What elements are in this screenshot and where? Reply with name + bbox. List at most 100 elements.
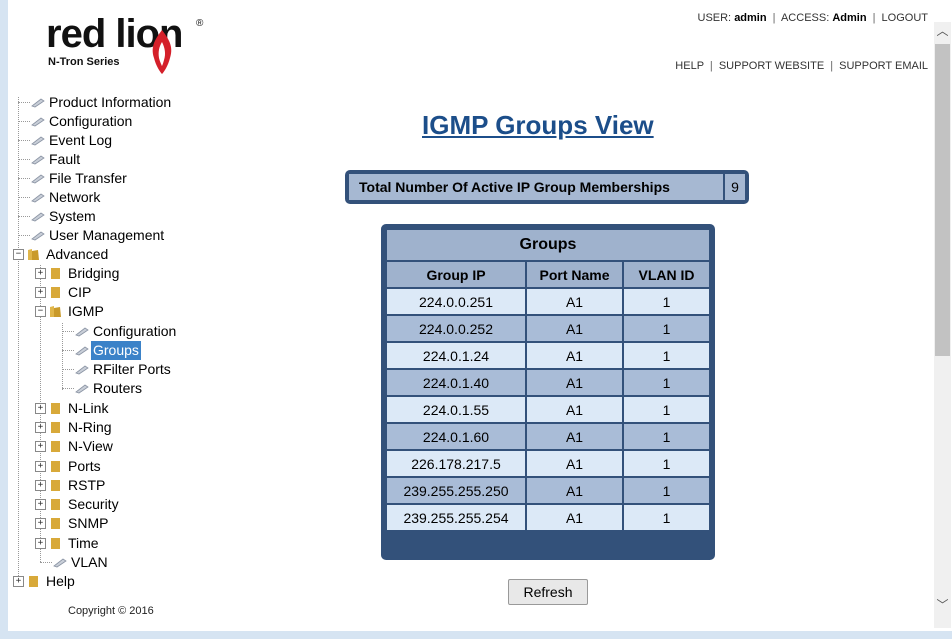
- refresh-button[interactable]: Refresh: [508, 579, 588, 605]
- scroll-up-icon[interactable]: ︿: [934, 22, 951, 40]
- expand-icon[interactable]: +: [13, 576, 24, 587]
- tree-item-product-information[interactable]: Product Information: [18, 93, 173, 112]
- tree-label-selected: Groups: [91, 341, 141, 360]
- separator: |: [772, 12, 776, 24]
- cell-vlan-id: 1: [622, 395, 711, 424]
- tree-item-network[interactable]: Network: [18, 188, 102, 207]
- user-name: admin: [734, 12, 767, 24]
- expand-icon[interactable]: +: [35, 461, 46, 472]
- cell-port-name: A1: [525, 341, 624, 370]
- cell-port-name: A1: [525, 368, 624, 397]
- expand-icon[interactable]: +: [35, 480, 46, 491]
- tree-label: Configuration: [49, 113, 133, 129]
- collapse-icon[interactable]: −: [13, 249, 24, 260]
- collapse-icon[interactable]: −: [35, 306, 46, 317]
- tree-label: N-Ring: [68, 419, 112, 435]
- folder-icon: [51, 480, 60, 491]
- cell-port-name: A1: [525, 314, 624, 343]
- tree-item-file-transfer[interactable]: File Transfer: [18, 169, 129, 188]
- tree-item-bridging[interactable]: + Bridging: [35, 264, 121, 283]
- expand-icon[interactable]: +: [35, 268, 46, 279]
- tree-item-igmp-routers[interactable]: Routers: [62, 379, 144, 398]
- tree-item-help[interactable]: + Help: [13, 572, 77, 591]
- folder-icon: [51, 403, 60, 414]
- tree-label: RSTP: [68, 477, 106, 493]
- tree-label: File Transfer: [49, 170, 127, 186]
- support-website-link[interactable]: SUPPORT WEBSITE: [719, 60, 824, 72]
- tree-item-igmp-configuration[interactable]: Configuration: [62, 322, 178, 341]
- table-row: 224.0.1.55 A1 1: [385, 395, 711, 424]
- table-row: 239.255.255.254 A1 1: [385, 503, 711, 532]
- expand-icon[interactable]: +: [35, 422, 46, 433]
- support-email-link[interactable]: SUPPORT EMAIL: [839, 60, 928, 72]
- tree-item-vlan[interactable]: VLAN: [40, 553, 110, 572]
- tree-item-n-ring[interactable]: + N-Ring: [35, 418, 114, 437]
- tree-label: Bridging: [68, 265, 120, 281]
- tree-item-n-view[interactable]: + N-View: [35, 437, 115, 456]
- expand-icon[interactable]: +: [35, 538, 46, 549]
- tree-label: Configuration: [93, 323, 177, 339]
- tree-item-advanced[interactable]: − Advanced: [13, 245, 110, 264]
- cell-vlan-id: 1: [622, 368, 711, 397]
- tree-label: N-Link: [68, 400, 109, 416]
- tree-item-ports[interactable]: + Ports: [35, 457, 103, 476]
- table-row: 239.255.255.250 A1 1: [385, 476, 711, 505]
- folder-icon: [29, 576, 38, 587]
- tree-item-snmp[interactable]: + SNMP: [35, 514, 110, 533]
- expand-icon[interactable]: +: [35, 287, 46, 298]
- cell-group-ip: 224.0.0.252: [385, 314, 527, 343]
- tree-item-n-link[interactable]: + N-Link: [35, 399, 110, 418]
- cell-vlan-id: 1: [622, 503, 711, 532]
- copyright: Copyright © 2016: [68, 605, 154, 617]
- tree-item-igmp-groups[interactable]: Groups: [62, 341, 141, 360]
- help-links: HELP | SUPPORT WEBSITE | SUPPORT EMAIL: [675, 60, 928, 72]
- tree-item-user-management[interactable]: User Management: [18, 226, 166, 245]
- folder-icon: [51, 268, 60, 279]
- expand-icon[interactable]: +: [35, 403, 46, 414]
- tree-label: Routers: [93, 380, 143, 396]
- expand-icon[interactable]: +: [35, 441, 46, 452]
- tree-item-rstp[interactable]: + RSTP: [35, 476, 107, 495]
- table-row: 224.0.1.24 A1 1: [385, 341, 711, 370]
- cell-vlan-id: 1: [622, 476, 711, 505]
- folder-icon: [51, 499, 60, 510]
- logout-link[interactable]: LOGOUT: [882, 12, 928, 24]
- scrollbar-thumb[interactable]: [935, 44, 950, 356]
- tree-label: N-View: [68, 438, 113, 454]
- expand-icon[interactable]: +: [35, 518, 46, 529]
- tree-item-cip[interactable]: + CIP: [35, 283, 93, 302]
- page-icon: [31, 174, 45, 183]
- table-row: 224.0.0.252 A1 1: [385, 314, 711, 343]
- expand-icon[interactable]: +: [35, 499, 46, 510]
- groups-table-container: Groups Group IP Port Name VLAN ID 224.0.…: [381, 224, 715, 560]
- tree-item-system[interactable]: System: [18, 207, 98, 226]
- tree-item-igmp-rfilter-ports[interactable]: RFilter Ports: [62, 360, 173, 379]
- table-row: 224.0.1.40 A1 1: [385, 368, 711, 397]
- tree-item-configuration[interactable]: Configuration: [18, 112, 134, 131]
- cell-group-ip: 239.255.255.254: [385, 503, 527, 532]
- page-icon: [31, 98, 45, 107]
- separator: |: [872, 12, 876, 24]
- tree-item-time[interactable]: + Time: [35, 534, 101, 553]
- table-row: 226.178.217.5 A1 1: [385, 449, 711, 478]
- page-title: IGMP Groups View: [422, 110, 654, 140]
- page-icon: [75, 327, 89, 336]
- tree-label: SNMP: [68, 515, 109, 531]
- tree-item-igmp[interactable]: − IGMP: [35, 302, 106, 321]
- tree-item-security[interactable]: + Security: [35, 495, 121, 514]
- user-label: USER:: [697, 12, 732, 24]
- cell-group-ip: 239.255.255.250: [385, 476, 527, 505]
- logo-registered: ®: [196, 18, 204, 29]
- help-link[interactable]: HELP: [675, 60, 704, 72]
- cell-port-name: A1: [525, 449, 624, 478]
- scroll-down-icon[interactable]: ﹀: [934, 596, 951, 614]
- tree-item-fault[interactable]: Fault: [18, 150, 82, 169]
- logo-subtitle: N-Tron Series: [48, 56, 120, 68]
- tree-label: CIP: [68, 284, 92, 300]
- tree-label: Ports: [68, 458, 101, 474]
- cell-group-ip: 226.178.217.5: [385, 449, 527, 478]
- cell-port-name: A1: [525, 476, 624, 505]
- tree-item-event-log[interactable]: Event Log: [18, 131, 114, 150]
- cell-group-ip: 224.0.1.55: [385, 395, 527, 424]
- cell-vlan-id: 1: [622, 341, 711, 370]
